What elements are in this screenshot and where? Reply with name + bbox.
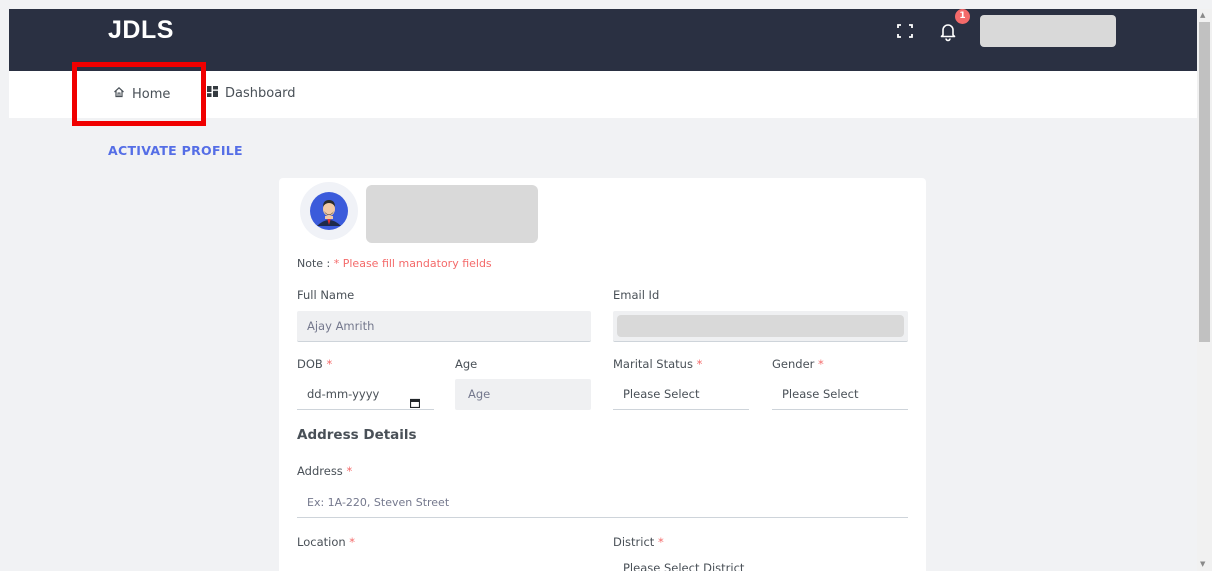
age-placeholder: Age bbox=[468, 387, 491, 401]
full-name-label: Full Name bbox=[297, 288, 355, 302]
required-marker: * bbox=[349, 535, 356, 549]
gender-select[interactable]: Please Select bbox=[772, 379, 908, 410]
required-marker: * bbox=[326, 357, 333, 371]
email-value-box bbox=[617, 315, 904, 337]
user-profile-menu[interactable] bbox=[980, 15, 1116, 47]
location-label-text: Location bbox=[297, 535, 346, 549]
district-label-text: District bbox=[613, 535, 655, 549]
profile-name-box bbox=[366, 185, 538, 243]
dob-label: DOB * bbox=[297, 357, 332, 371]
marital-status-label-text: Marital Status bbox=[613, 357, 693, 371]
notification-badge: 1 bbox=[955, 9, 970, 24]
calendar-icon[interactable] bbox=[409, 389, 421, 420]
scrollbar-thumb[interactable] bbox=[1199, 22, 1210, 342]
marital-status-select[interactable]: Please Select bbox=[613, 379, 749, 410]
required-marker: * bbox=[346, 464, 353, 478]
marital-status-label: Marital Status * bbox=[613, 357, 702, 371]
email-label: Email Id bbox=[613, 288, 660, 302]
required-marker: * bbox=[696, 357, 703, 371]
note-text: * Please fill mandatory fields bbox=[333, 257, 492, 270]
age-label: Age bbox=[455, 357, 478, 371]
gender-label: Gender * bbox=[772, 357, 824, 371]
brand-logo[interactable]: JDLS bbox=[108, 16, 174, 45]
required-marker: * bbox=[657, 535, 664, 549]
highlight-annotation bbox=[72, 62, 206, 126]
dashboard-grid-icon bbox=[207, 86, 218, 101]
address-input[interactable]: Ex: 1A-220, Steven Street bbox=[297, 487, 908, 518]
dob-label-text: DOB bbox=[297, 357, 323, 371]
scroll-up-arrow-icon[interactable]: ▲ bbox=[1200, 11, 1205, 19]
location-label: Location * bbox=[297, 535, 355, 549]
district-label: District * bbox=[613, 535, 664, 549]
fullscreen-icon[interactable] bbox=[895, 22, 915, 40]
gender-label-text: Gender bbox=[772, 357, 815, 371]
dob-placeholder: dd-mm-yyyy bbox=[307, 387, 380, 401]
district-select[interactable]: Please Select District bbox=[613, 557, 908, 571]
breadcrumb-dashboard-label: Dashboard bbox=[225, 86, 296, 101]
avatar[interactable] bbox=[300, 182, 358, 240]
page-title: ACTIVATE PROFILE bbox=[108, 143, 243, 158]
age-field[interactable]: Age bbox=[455, 379, 591, 410]
address-details-heading: Address Details bbox=[297, 427, 417, 443]
address-label: Address * bbox=[297, 464, 352, 478]
address-label-text: Address bbox=[297, 464, 343, 478]
note-label: Note : bbox=[297, 257, 334, 270]
scroll-down-arrow-icon[interactable]: ▼ bbox=[1200, 560, 1205, 568]
full-name-field[interactable]: Ajay Amrith bbox=[297, 311, 591, 342]
mandatory-note: Note : * Please fill mandatory fields bbox=[297, 257, 492, 270]
dob-input[interactable]: dd-mm-yyyy bbox=[297, 379, 434, 410]
breadcrumb-dashboard[interactable]: Dashboard bbox=[207, 86, 296, 101]
required-marker: * bbox=[818, 357, 824, 371]
